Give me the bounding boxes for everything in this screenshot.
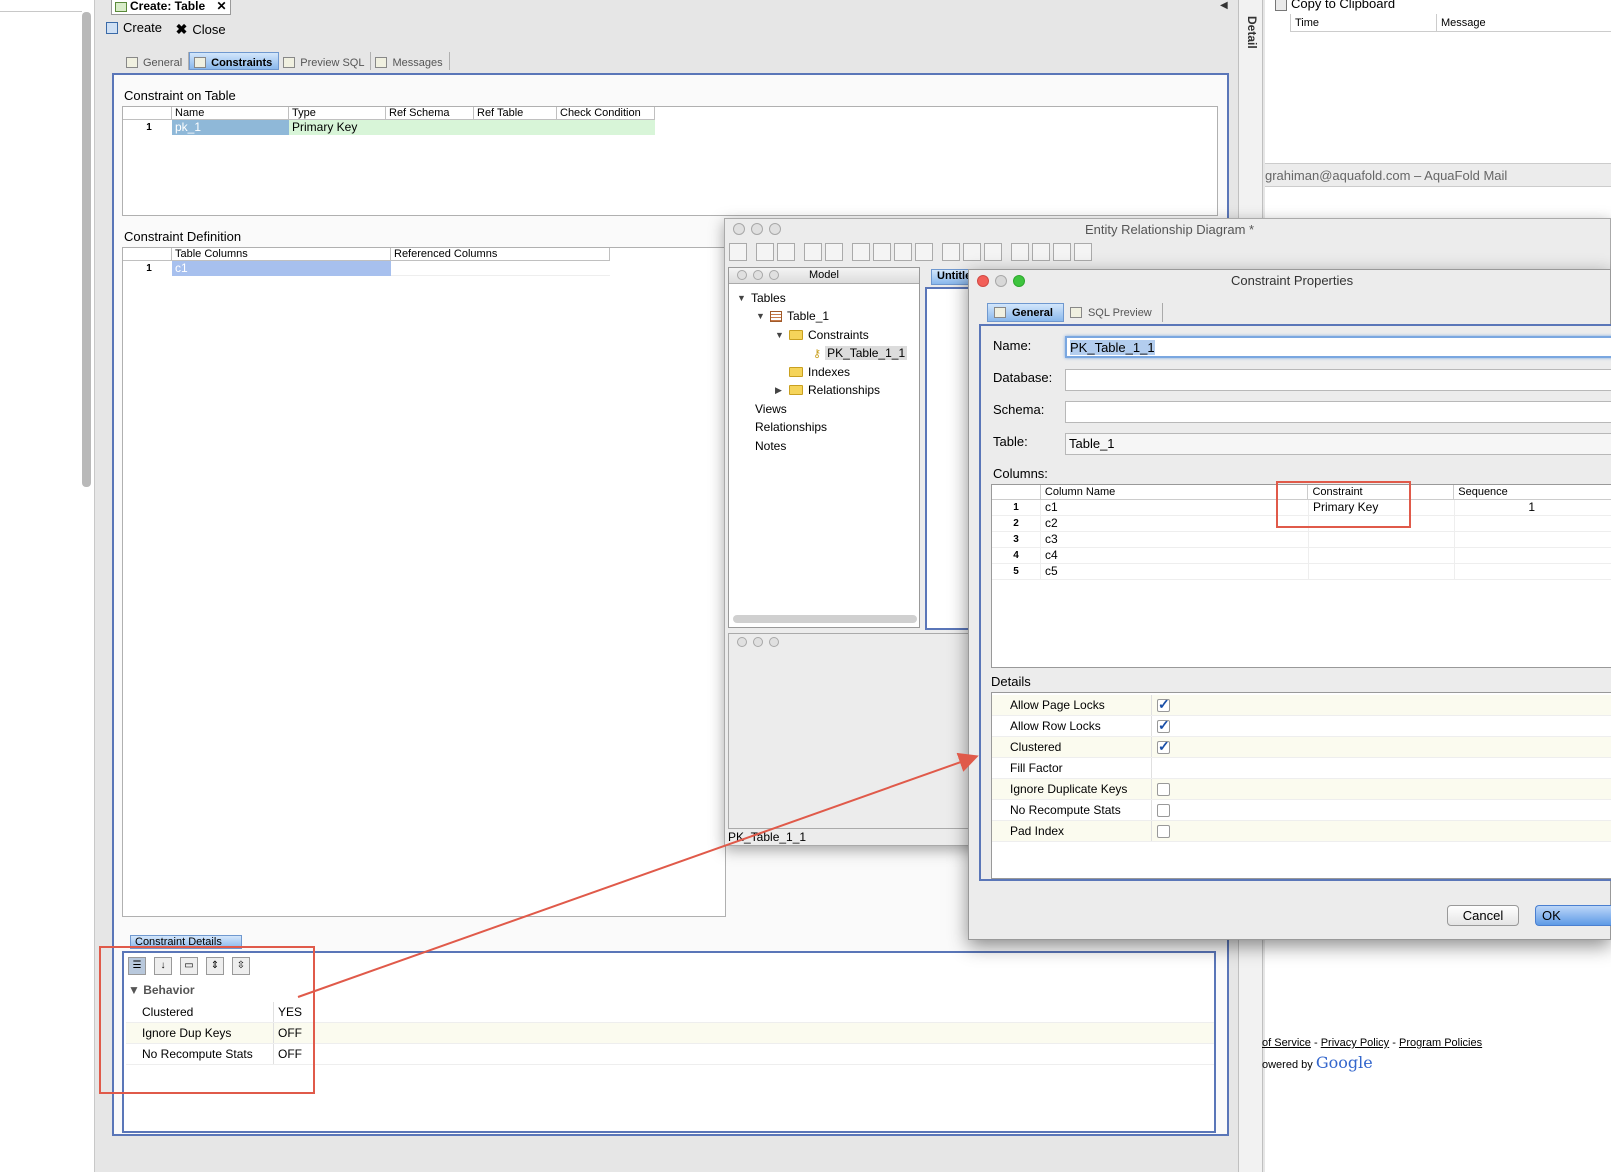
annotation-arrow xyxy=(297,752,979,998)
